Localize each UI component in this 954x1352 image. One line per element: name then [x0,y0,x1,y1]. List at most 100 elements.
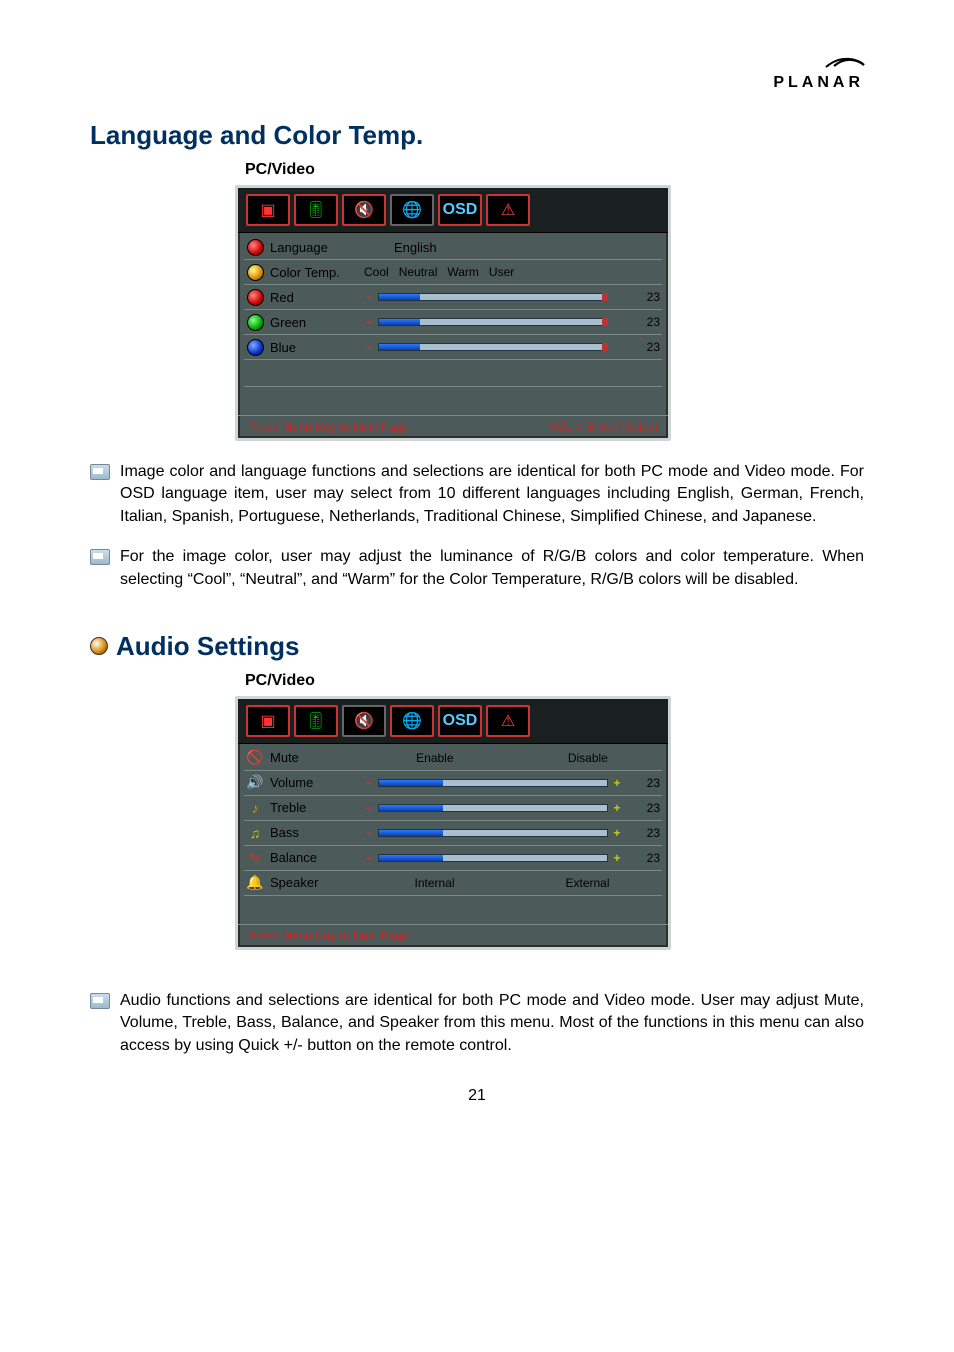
tab-globe-icon[interactable]: 🌐 [390,194,434,226]
opt-neutral[interactable]: Neutral [399,265,438,279]
opt-user[interactable]: User [489,265,514,279]
subhead-pc-video-1: PC/Video [245,161,864,179]
note-icon [90,464,110,480]
row-language[interactable]: Language English [244,235,662,259]
label-volume: Volume [270,775,358,790]
value-blue: 23 [632,340,660,354]
minus-icon: − [364,315,374,329]
minus-icon: − [364,851,374,865]
row-speaker[interactable]: 🔔 Speaker Internal External [244,870,662,895]
plus-icon: + [612,776,622,790]
opt-enable[interactable]: Enable [416,751,453,765]
row-bass[interactable]: ♫ Bass − + 23 [244,820,662,845]
slider-bass[interactable]: − + [364,829,622,837]
blue-orb-icon [246,338,264,356]
tab-info-icon[interactable]: ⚠ [486,705,530,737]
label-treble: Treble [270,800,358,815]
label-speaker: Speaker [270,875,358,890]
brand-text: PLANAR [773,74,864,91]
osd2-tabs: ▣ 🎚 🔇 🌐 OSD ⚠ [238,699,668,744]
colortemp-options: Cool Neutral Warm User [364,265,660,279]
minus-icon: − [364,340,374,354]
opt-disable[interactable]: Disable [568,751,608,765]
tab-info-icon[interactable]: ⚠ [486,194,530,226]
osd-audio: ▣ 🎚 🔇 🌐 OSD ⚠ 🚫 Mute Enable Disable 🔊 Vo… [235,696,671,950]
volume-icon: 🔊 [246,774,264,792]
opt-cool[interactable]: Cool [364,265,389,279]
row-red[interactable]: Red − + 23 [244,284,662,309]
label-mute: Mute [270,750,358,765]
tab-picture-icon[interactable]: ▣ [246,705,290,737]
value-green: 23 [632,315,660,329]
osd1-footer-left: Press Menu Key to Next Page [248,420,409,434]
minus-icon: − [364,290,374,304]
osd2-footer-left: Press Menu Key to Next Page [248,929,409,943]
label-balance: Balance [270,850,358,865]
tab-osd-icon[interactable]: OSD [438,705,482,737]
opt-warm[interactable]: Warm [447,265,479,279]
value-balance: 23 [632,851,660,865]
plus-icon: + [612,826,622,840]
slider-volume[interactable]: − + [364,779,622,787]
value-treble: 23 [632,801,660,815]
slider-blue[interactable]: − + [364,343,622,351]
sphere-icon [246,238,264,256]
plus-icon: + [612,801,622,815]
row-volume[interactable]: 🔊 Volume − + 23 [244,770,662,795]
osd1-footer-right: VOL > Enter / Select [549,420,658,434]
subhead-pc-video-2: PC/Video [245,672,864,690]
section-title-language-color: Language and Color Temp. [90,120,864,151]
red-orb-icon [246,288,264,306]
section-title-audio: Audio Settings [116,631,299,662]
osd1-tabs: ▣ 🎚 🔇 🌐 OSD ⚠ [238,188,668,233]
tab-osd-icon[interactable]: OSD [438,194,482,226]
slider-balance[interactable]: − + [364,854,622,862]
balance-icon: ⇋ [246,849,264,867]
opt-external[interactable]: External [565,876,609,890]
minus-icon: − [364,826,374,840]
row-treble[interactable]: ♪ Treble − + 23 [244,795,662,820]
note-icon [90,549,110,565]
paragraph-language-note: Image color and language functions and s… [120,461,864,528]
label-green: Green [270,315,358,330]
opt-internal[interactable]: Internal [414,876,454,890]
green-orb-icon [246,313,264,331]
value-language: English [394,240,437,255]
value-red: 23 [632,290,660,304]
slider-red[interactable]: − + [364,293,622,301]
minus-icon: − [364,776,374,790]
row-colortemp[interactable]: Color Temp. Cool Neutral Warm User [244,259,662,284]
tab-adjust-icon[interactable]: 🎚 [294,194,338,226]
tab-globe-icon[interactable]: 🌐 [390,705,434,737]
label-colortemp: Color Temp. [270,265,358,280]
label-red: Red [270,290,358,305]
minus-icon: − [364,801,374,815]
mute-icon: 🚫 [246,749,264,767]
paragraph-audio-note: Audio functions and selections are ident… [120,990,864,1057]
tab-adjust-icon[interactable]: 🎚 [294,705,338,737]
row-mute[interactable]: 🚫 Mute Enable Disable [244,746,662,770]
tab-audio-icon[interactable]: 🔇 [342,705,386,737]
speaker-icon: 🔔 [246,874,264,892]
row-blue[interactable]: Blue − + 23 [244,334,662,359]
brand-logo: PLANAR [773,60,864,92]
tab-picture-icon[interactable]: ▣ [246,194,290,226]
value-volume: 23 [632,776,660,790]
label-blue: Blue [270,340,358,355]
label-bass: Bass [270,825,358,840]
treble-icon: ♪ [246,799,264,817]
row-green[interactable]: Green − + 23 [244,309,662,334]
slider-green[interactable]: − + [364,318,622,326]
row-balance[interactable]: ⇋ Balance − + 23 [244,845,662,870]
slider-treble[interactable]: − + [364,804,622,812]
value-bass: 23 [632,826,660,840]
bass-icon: ♫ [246,824,264,842]
palette-icon [246,263,264,281]
page-number: 21 [90,1087,864,1105]
section-bullet-icon [90,637,108,655]
paragraph-color-note: For the image color, user may adjust the… [120,546,864,591]
note-icon [90,993,110,1009]
label-language: Language [270,240,358,255]
osd-language-color: ▣ 🎚 🔇 🌐 OSD ⚠ Language English Color Tem… [235,185,671,441]
tab-audio-icon[interactable]: 🔇 [342,194,386,226]
